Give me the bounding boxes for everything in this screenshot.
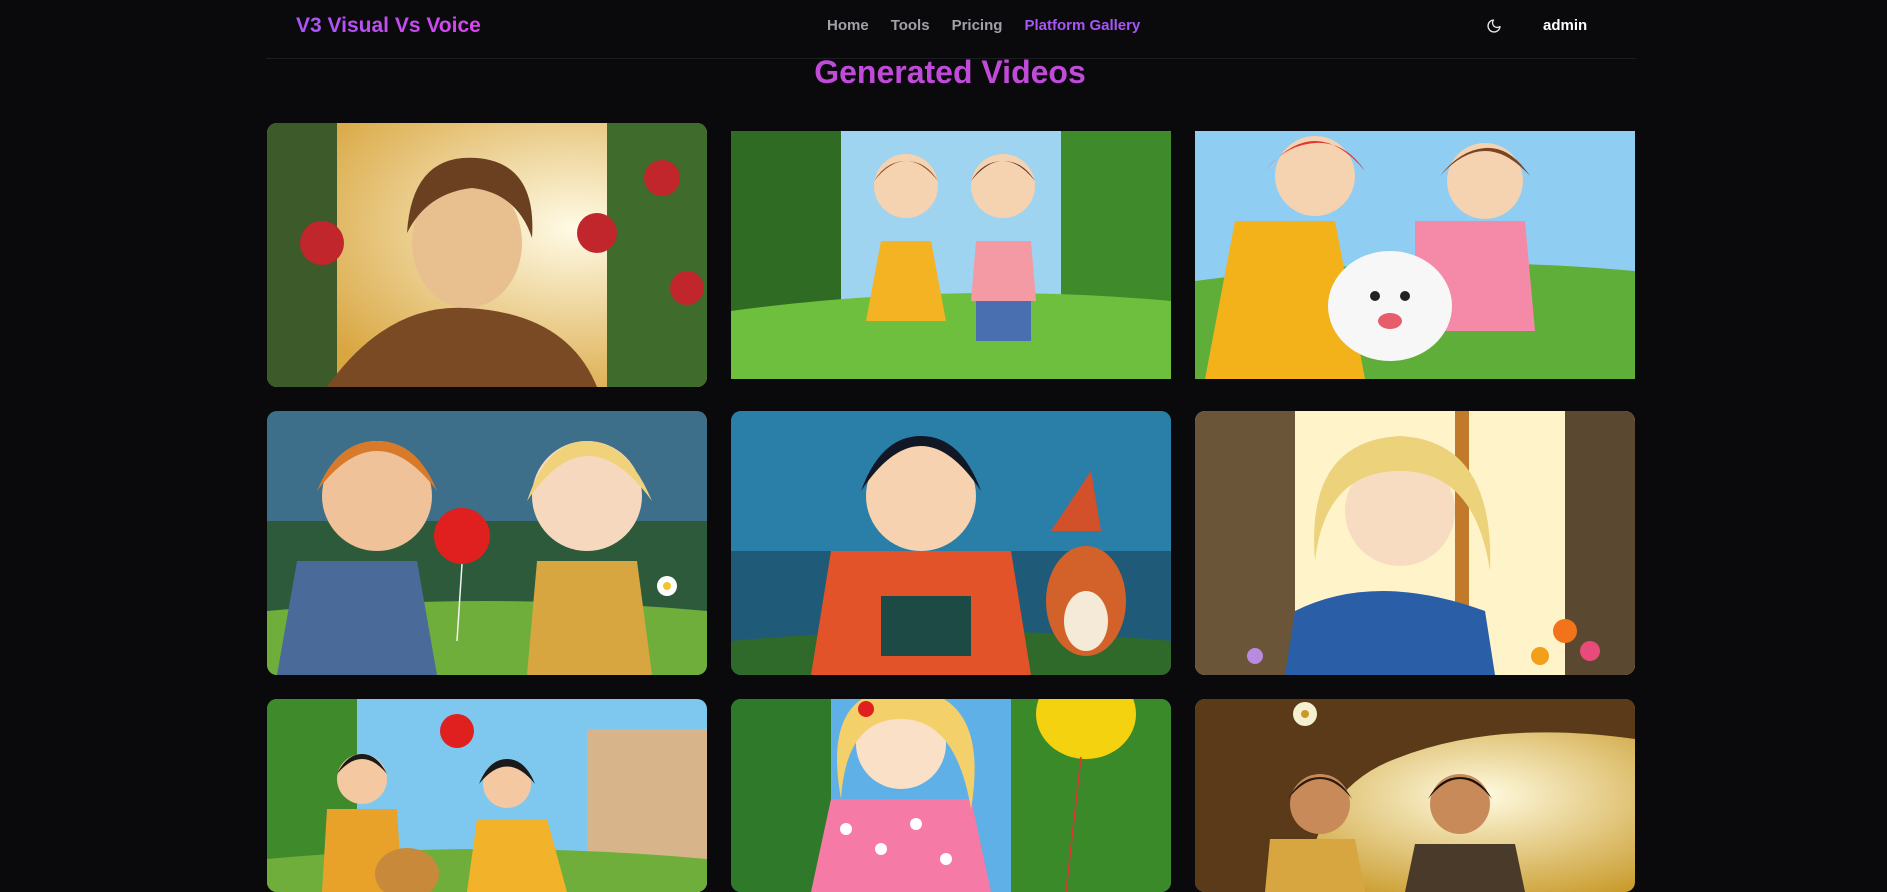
video-card[interactable] [731, 131, 1171, 379]
nav-home-link[interactable]: Home [827, 17, 869, 34]
nav-tools-link[interactable]: Tools [891, 17, 930, 34]
main-nav: Home Tools Pricing Platform Gallery [827, 17, 1162, 34]
page-title: Generated Videos [814, 54, 1086, 90]
video-card[interactable] [731, 411, 1171, 675]
moon-icon [1487, 19, 1501, 33]
user-menu[interactable]: admin [1543, 17, 1587, 34]
video-card[interactable] [267, 699, 707, 892]
video-card[interactable] [731, 699, 1171, 892]
video-thumbnail [267, 411, 707, 675]
video-thumbnail [731, 699, 1171, 892]
video-thumbnail [1195, 411, 1635, 675]
video-card[interactable] [1195, 699, 1635, 892]
video-thumbnail [1195, 131, 1635, 379]
nav-pricing-link[interactable]: Pricing [952, 17, 1003, 34]
video-thumbnail [1195, 699, 1635, 892]
video-thumbnail [731, 131, 1171, 379]
video-card[interactable] [267, 411, 707, 675]
top-navbar: V3 Visual Vs Voice Home Tools Pricing Pl… [266, 0, 1636, 59]
video-card[interactable] [1195, 131, 1635, 379]
theme-toggle-button[interactable] [1484, 16, 1504, 36]
video-thumbnail [731, 411, 1171, 675]
nav-platform-gallery-link[interactable]: Platform Gallery [1024, 17, 1140, 34]
video-thumbnail [267, 699, 707, 892]
video-card[interactable] [267, 123, 707, 387]
video-card[interactable] [1195, 411, 1635, 675]
brand-logo[interactable]: V3 Visual Vs Voice [296, 14, 481, 38]
video-thumbnail [267, 123, 707, 387]
